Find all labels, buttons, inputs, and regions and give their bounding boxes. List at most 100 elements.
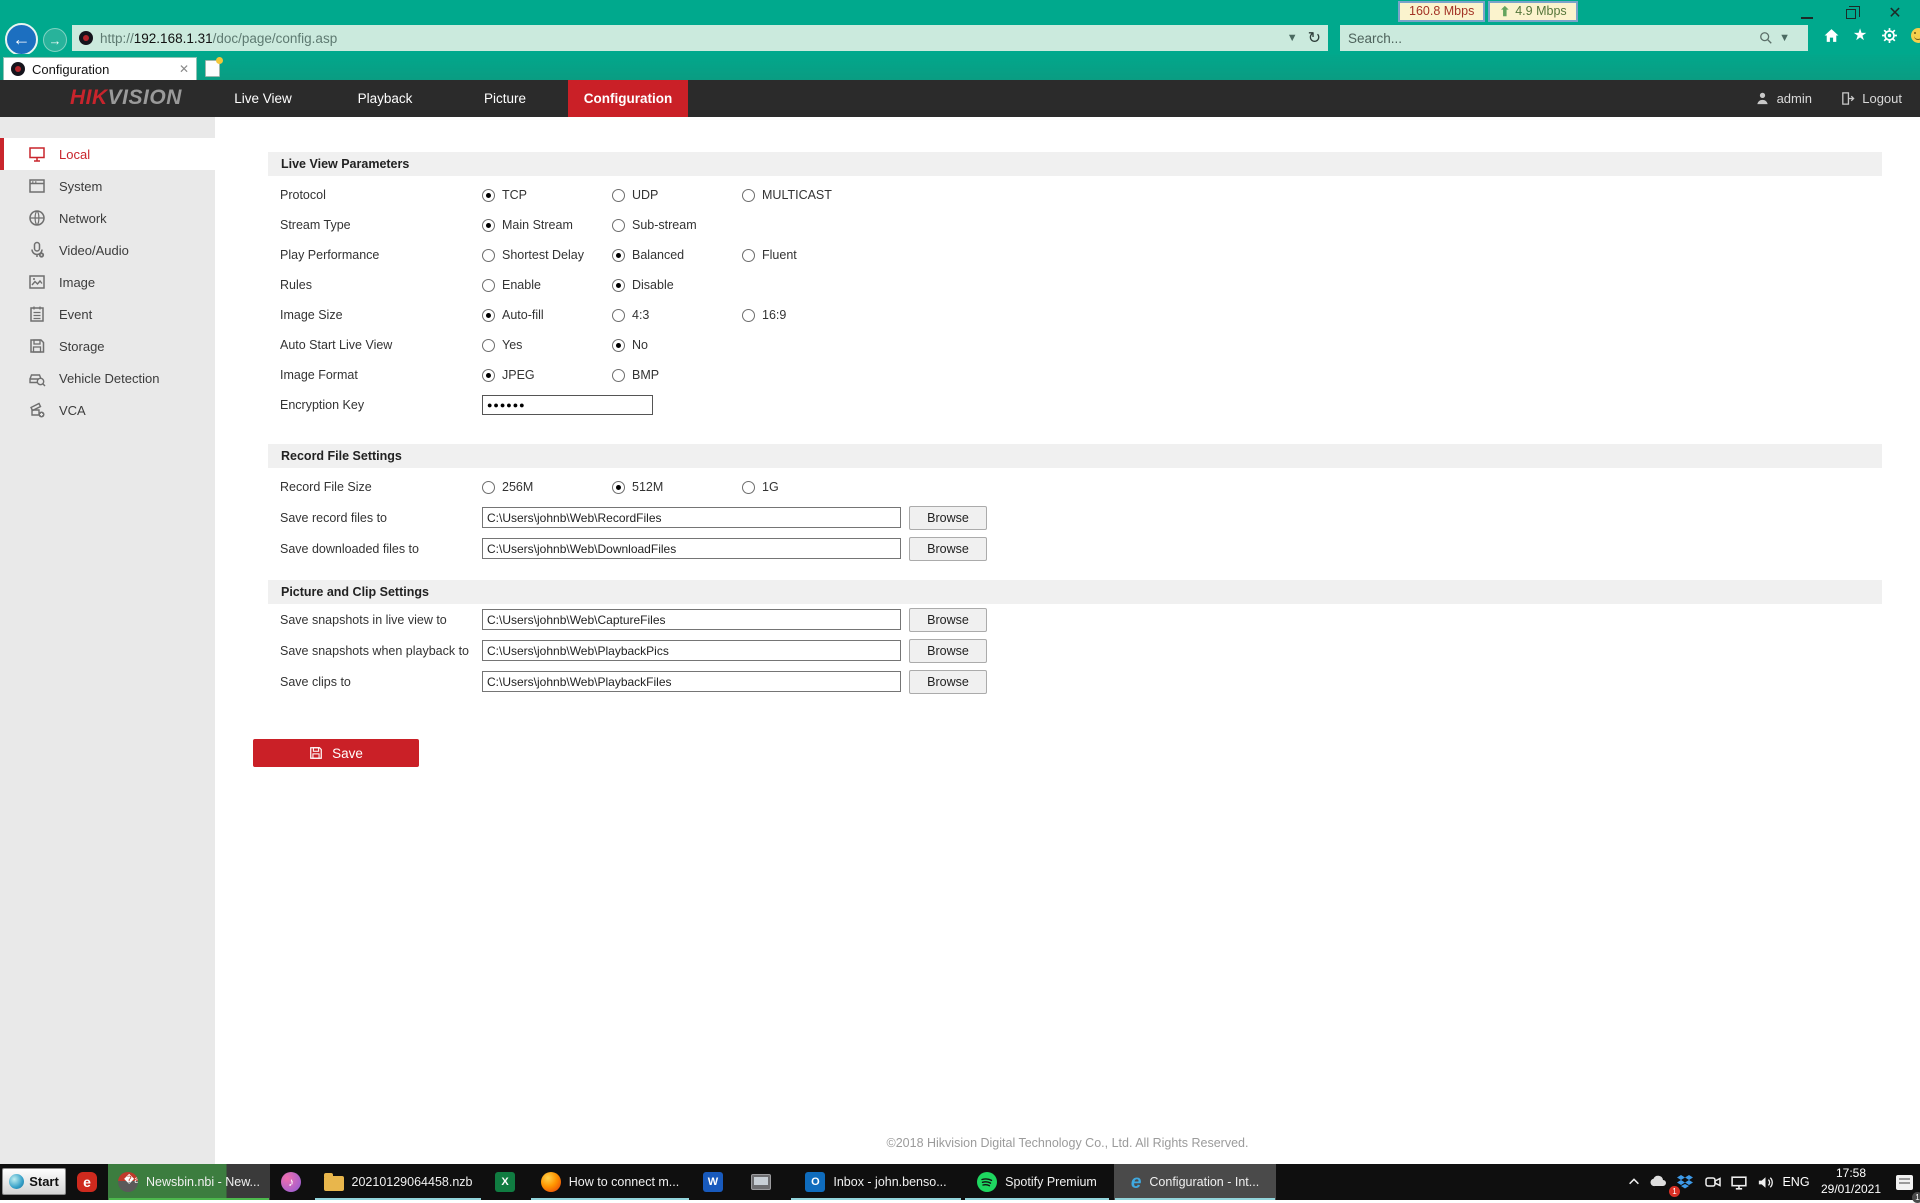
radio-option-256m[interactable]: 256M — [482, 480, 612, 494]
restore-button[interactable] — [1836, 4, 1866, 24]
sidebar-item-storage[interactable]: Storage — [0, 330, 215, 362]
radio-button[interactable] — [742, 248, 755, 262]
sidebar-item-vehicle-detection[interactable]: Vehicle Detection — [0, 362, 215, 394]
taskbar-icon-excel[interactable]: X — [486, 1164, 524, 1200]
radio-option-fluent[interactable]: Fluent — [742, 248, 872, 262]
url-dropdown-icon[interactable]: ▼ — [1287, 32, 1298, 44]
radio-option-4-3[interactable]: 4:3 — [612, 308, 742, 322]
forward-button[interactable]: → — [43, 28, 67, 52]
radio-option-auto-fill[interactable]: Auto-fill — [482, 308, 612, 322]
radio-button[interactable] — [612, 278, 625, 292]
tray-clock[interactable]: 17:58 29/01/2021 — [1814, 1164, 1888, 1200]
browse-record-files-button[interactable]: Browse — [909, 505, 987, 530]
nav-picture[interactable]: Picture — [450, 80, 560, 117]
taskbar-task-firefox[interactable]: How to connect m... — [530, 1164, 690, 1200]
radio-option-disable[interactable]: Disable — [612, 278, 742, 292]
nav-live-view[interactable]: Live View — [205, 80, 321, 117]
start-button[interactable]: Start — [2, 1168, 66, 1195]
radio-button[interactable] — [612, 368, 625, 382]
radio-option-multicast[interactable]: MULTICAST — [742, 188, 872, 202]
taskbar-task-nzb-folder[interactable]: 20210129064458.nzb — [314, 1164, 482, 1200]
feedback-smiley-icon[interactable] — [1909, 26, 1920, 44]
nav-playback[interactable]: Playback — [330, 80, 440, 117]
search-icon[interactable] — [1759, 31, 1773, 45]
taskbar-icon-itunes[interactable]: ♪ — [274, 1164, 308, 1200]
browse-snapshots-live-button[interactable]: Browse — [909, 607, 987, 632]
sidebar-item-image[interactable]: Image — [0, 266, 215, 298]
sidebar-item-system[interactable]: System — [0, 170, 215, 202]
search-dropdown-icon[interactable]: ▼ — [1779, 32, 1790, 44]
radio-option-512m[interactable]: 512M — [612, 480, 742, 494]
radio-button[interactable] — [612, 338, 625, 352]
radio-button[interactable] — [482, 480, 495, 494]
back-button[interactable]: ← — [5, 23, 38, 56]
radio-option-16-9[interactable]: 16:9 — [742, 308, 872, 322]
radio-button[interactable] — [482, 278, 495, 292]
taskbar-task-newsbin[interactable]: Newsbin.nbi - New... — [108, 1164, 270, 1200]
logout-button[interactable]: Logout — [1840, 80, 1902, 117]
radio-option-yes[interactable]: Yes — [482, 338, 612, 352]
taskbar-icon-word[interactable]: W — [694, 1164, 732, 1200]
tray-language-indicator[interactable]: ENG — [1780, 1164, 1812, 1200]
sidebar-item-video-audio[interactable]: Video/Audio — [0, 234, 215, 266]
minimize-button[interactable] — [1792, 4, 1822, 24]
sidebar-item-local[interactable]: Local — [0, 138, 215, 170]
browser-tab[interactable]: Configuration ✕ — [3, 57, 197, 80]
radio-button[interactable] — [482, 368, 495, 382]
browse-clips-button[interactable]: Browse — [909, 669, 987, 694]
nav-configuration[interactable]: Configuration — [568, 80, 688, 117]
radio-option-balanced[interactable]: Balanced — [612, 248, 742, 262]
radio-option-tcp[interactable]: TCP — [482, 188, 612, 202]
radio-button[interactable] — [482, 188, 495, 202]
notification-center-button[interactable]: 1 — [1890, 1164, 1920, 1203]
radio-option-1g[interactable]: 1G — [742, 480, 872, 494]
tray-chevron-up-icon[interactable] — [1622, 1164, 1646, 1200]
radio-option-enable[interactable]: Enable — [482, 278, 612, 292]
downloaded-files-path-input[interactable] — [482, 538, 901, 559]
taskbar-task-outlook[interactable]: O Inbox - john.benso... — [790, 1164, 962, 1200]
refresh-icon[interactable]: ↻ — [1308, 28, 1321, 48]
radio-button[interactable] — [482, 338, 495, 352]
browse-snapshots-playback-button[interactable]: Browse — [909, 638, 987, 663]
sidebar-item-network[interactable]: Network — [0, 202, 215, 234]
taskbar-task-spotify[interactable]: Spotify Premium — [964, 1164, 1110, 1200]
radio-button[interactable] — [742, 480, 755, 494]
favorites-star-icon[interactable]: ★ — [1851, 26, 1869, 44]
save-button[interactable]: Save — [253, 739, 419, 767]
new-tab-button[interactable] — [205, 57, 223, 77]
search-box[interactable]: Search... ▼ — [1340, 25, 1808, 51]
url-text[interactable]: http://192.168.1.31/doc/page/config.asp — [100, 31, 337, 46]
radio-option-bmp[interactable]: BMP — [612, 368, 742, 382]
radio-option-main-stream[interactable]: Main Stream — [482, 218, 612, 232]
close-button[interactable]: ✕ — [1880, 4, 1910, 24]
settings-gear-icon[interactable] — [1880, 26, 1898, 44]
taskbar-task-ie-active[interactable]: e Configuration - Int... — [1114, 1164, 1276, 1200]
tab-close-icon[interactable]: ✕ — [179, 62, 189, 76]
radio-button[interactable] — [742, 188, 755, 202]
browse-downloaded-files-button[interactable]: Browse — [909, 536, 987, 561]
snapshots-live-path-input[interactable] — [482, 609, 901, 630]
snapshots-playback-path-input[interactable] — [482, 640, 901, 661]
radio-button[interactable] — [612, 480, 625, 494]
radio-button[interactable] — [482, 308, 495, 322]
encryption-key-input[interactable] — [482, 395, 653, 415]
home-icon[interactable] — [1822, 26, 1840, 44]
radio-option-shortest-delay[interactable]: Shortest Delay — [482, 248, 612, 262]
taskbar-icon-utility-app[interactable] — [740, 1164, 782, 1200]
radio-button[interactable] — [482, 248, 495, 262]
radio-button[interactable] — [482, 218, 495, 232]
record-files-path-input[interactable] — [482, 507, 901, 528]
radio-option-udp[interactable]: UDP — [612, 188, 742, 202]
taskbar-icon-red-e-app[interactable]: e — [70, 1164, 104, 1200]
tray-dropbox-icon[interactable]: 1 — [1669, 1164, 1698, 1200]
tray-volume-icon[interactable] — [1752, 1164, 1778, 1200]
address-bar[interactable]: http://192.168.1.31/doc/page/config.asp … — [72, 25, 1328, 51]
sidebar-item-event[interactable]: Event — [0, 298, 215, 330]
radio-button[interactable] — [612, 308, 625, 322]
radio-button[interactable] — [742, 308, 755, 322]
radio-button[interactable] — [612, 188, 625, 202]
radio-button[interactable] — [612, 218, 625, 232]
radio-option-no[interactable]: No — [612, 338, 742, 352]
tray-network-icon[interactable] — [1726, 1164, 1752, 1200]
radio-option-jpeg[interactable]: JPEG — [482, 368, 612, 382]
